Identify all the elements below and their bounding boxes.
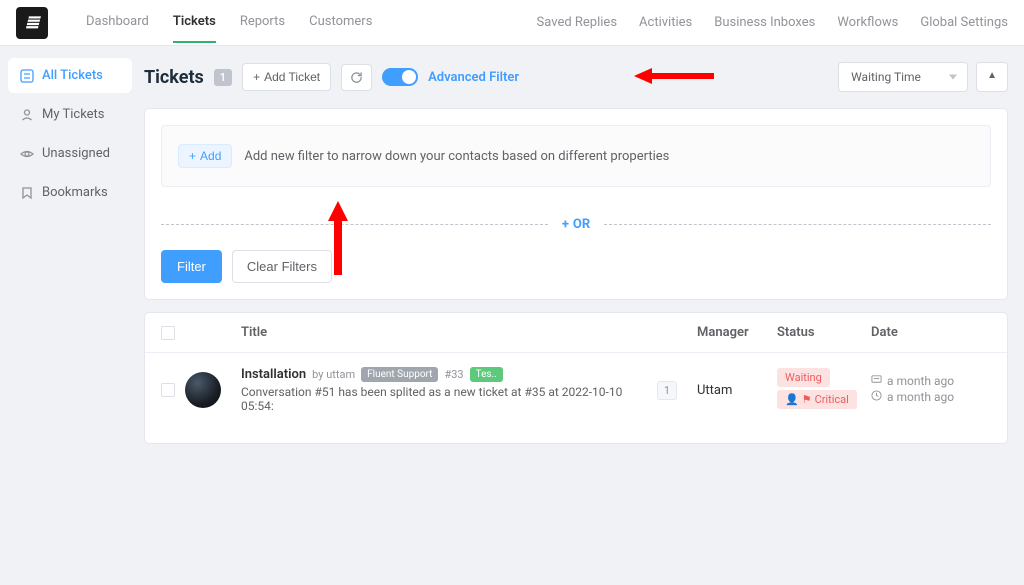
person-icon: 👤	[785, 393, 799, 406]
product-tag: Fluent Support	[361, 367, 438, 382]
top-navigation: ≣ Dashboard Tickets Reports Customers Sa…	[0, 0, 1024, 46]
table-header: Title Manager Status Date	[145, 313, 1007, 353]
filter-panel: + Add Add new filter to narrow down your…	[144, 108, 1008, 300]
refresh-icon	[350, 71, 363, 84]
clear-filters-button[interactable]: Clear Filters	[232, 250, 332, 283]
customer-avatar	[185, 372, 221, 408]
annotation-arrow-horizontal	[634, 68, 714, 84]
ticket-title: Installation	[241, 367, 306, 382]
plus-icon: +	[189, 149, 196, 163]
app-logo[interactable]: ≣	[16, 7, 48, 39]
clock-icon	[871, 390, 882, 404]
nav-reports[interactable]: Reports	[240, 2, 285, 43]
advanced-filter-toggle[interactable]	[382, 68, 418, 86]
page-header: Tickets 1 + Add Ticket Advanced Filter W…	[144, 62, 1008, 92]
add-ticket-button[interactable]: + Add Ticket	[242, 63, 331, 91]
message-count: 1	[657, 381, 677, 400]
nav-business-inboxes[interactable]: Business Inboxes	[714, 15, 815, 30]
ticket-excerpt: Conversation #51 has been splited as a n…	[241, 385, 657, 413]
sort-select[interactable]: Waiting Time	[838, 62, 968, 92]
sidebar-item-label: Bookmarks	[42, 185, 108, 200]
table-row[interactable]: Installation by uttam Fluent Support #33…	[145, 353, 1007, 443]
row-checkbox[interactable]	[161, 383, 175, 397]
plus-icon: +	[253, 70, 260, 84]
nav-dashboard[interactable]: Dashboard	[86, 2, 149, 43]
filter-description: Add new filter to narrow down your conta…	[244, 149, 669, 164]
sidebar-item-label: All Tickets	[42, 68, 103, 83]
sidebar-item-label: My Tickets	[42, 107, 105, 122]
person-icon	[20, 108, 34, 122]
nav-workflows[interactable]: Workflows	[837, 15, 898, 30]
ticket-manager: Uttam	[697, 383, 777, 398]
nav-saved-replies[interactable]: Saved Replies	[537, 15, 618, 30]
ticket-id: #33	[444, 368, 463, 381]
plus-icon: +	[562, 217, 569, 232]
column-status: Status	[777, 325, 871, 340]
add-or-condition[interactable]: + OR	[554, 217, 598, 232]
sidebar-item-label: Unassigned	[42, 146, 110, 161]
filter-or-divider: + OR	[145, 203, 1007, 250]
page-title: Tickets	[144, 67, 204, 88]
sidebar-item-unassigned[interactable]: Unassigned	[8, 136, 132, 171]
priority-critical-badge: 👤 ⚑ Critical	[777, 390, 857, 409]
sidebar-item-all-tickets[interactable]: All Tickets	[8, 58, 132, 93]
refresh-button[interactable]	[341, 64, 372, 91]
nav-global-settings[interactable]: Global Settings	[920, 15, 1008, 30]
created-date: a month ago	[871, 374, 991, 388]
status-waiting-badge: Waiting	[777, 368, 830, 387]
sidebar-item-bookmarks[interactable]: Bookmarks	[8, 175, 132, 210]
filter-condition-box: + Add Add new filter to narrow down your…	[161, 125, 991, 187]
select-all-checkbox[interactable]	[161, 326, 175, 340]
eye-icon	[20, 147, 34, 161]
updated-date: a month ago	[871, 390, 991, 404]
nav-customers[interactable]: Customers	[309, 2, 372, 43]
secondary-nav-links: Saved Replies Activities Business Inboxe…	[537, 15, 1008, 30]
ticket-count-badge: 1	[214, 69, 232, 86]
custom-tag: Tes..	[470, 367, 503, 382]
apply-filter-button[interactable]: Filter	[161, 250, 222, 283]
advanced-filter-label: Advanced Filter	[428, 70, 519, 85]
bookmark-icon	[20, 186, 34, 200]
primary-nav-links: Dashboard Tickets Reports Customers	[86, 2, 372, 43]
sidebar-item-my-tickets[interactable]: My Tickets	[8, 97, 132, 132]
column-manager: Manager	[697, 325, 777, 340]
message-icon	[871, 374, 882, 388]
column-date: Date	[871, 325, 991, 340]
column-title: Title	[241, 325, 697, 340]
add-filter-button[interactable]: + Add	[178, 144, 232, 168]
nav-tickets[interactable]: Tickets	[173, 2, 216, 43]
tickets-table: Title Manager Status Date Installation b…	[144, 312, 1008, 444]
ticket-author: by uttam	[312, 368, 355, 381]
sidebar: All Tickets My Tickets Unassigned Bookma…	[0, 46, 140, 444]
nav-activities[interactable]: Activities	[639, 15, 692, 30]
list-icon	[20, 69, 34, 83]
sort-direction-button[interactable]: ▲	[976, 62, 1008, 92]
flag-icon: ⚑	[802, 393, 812, 406]
